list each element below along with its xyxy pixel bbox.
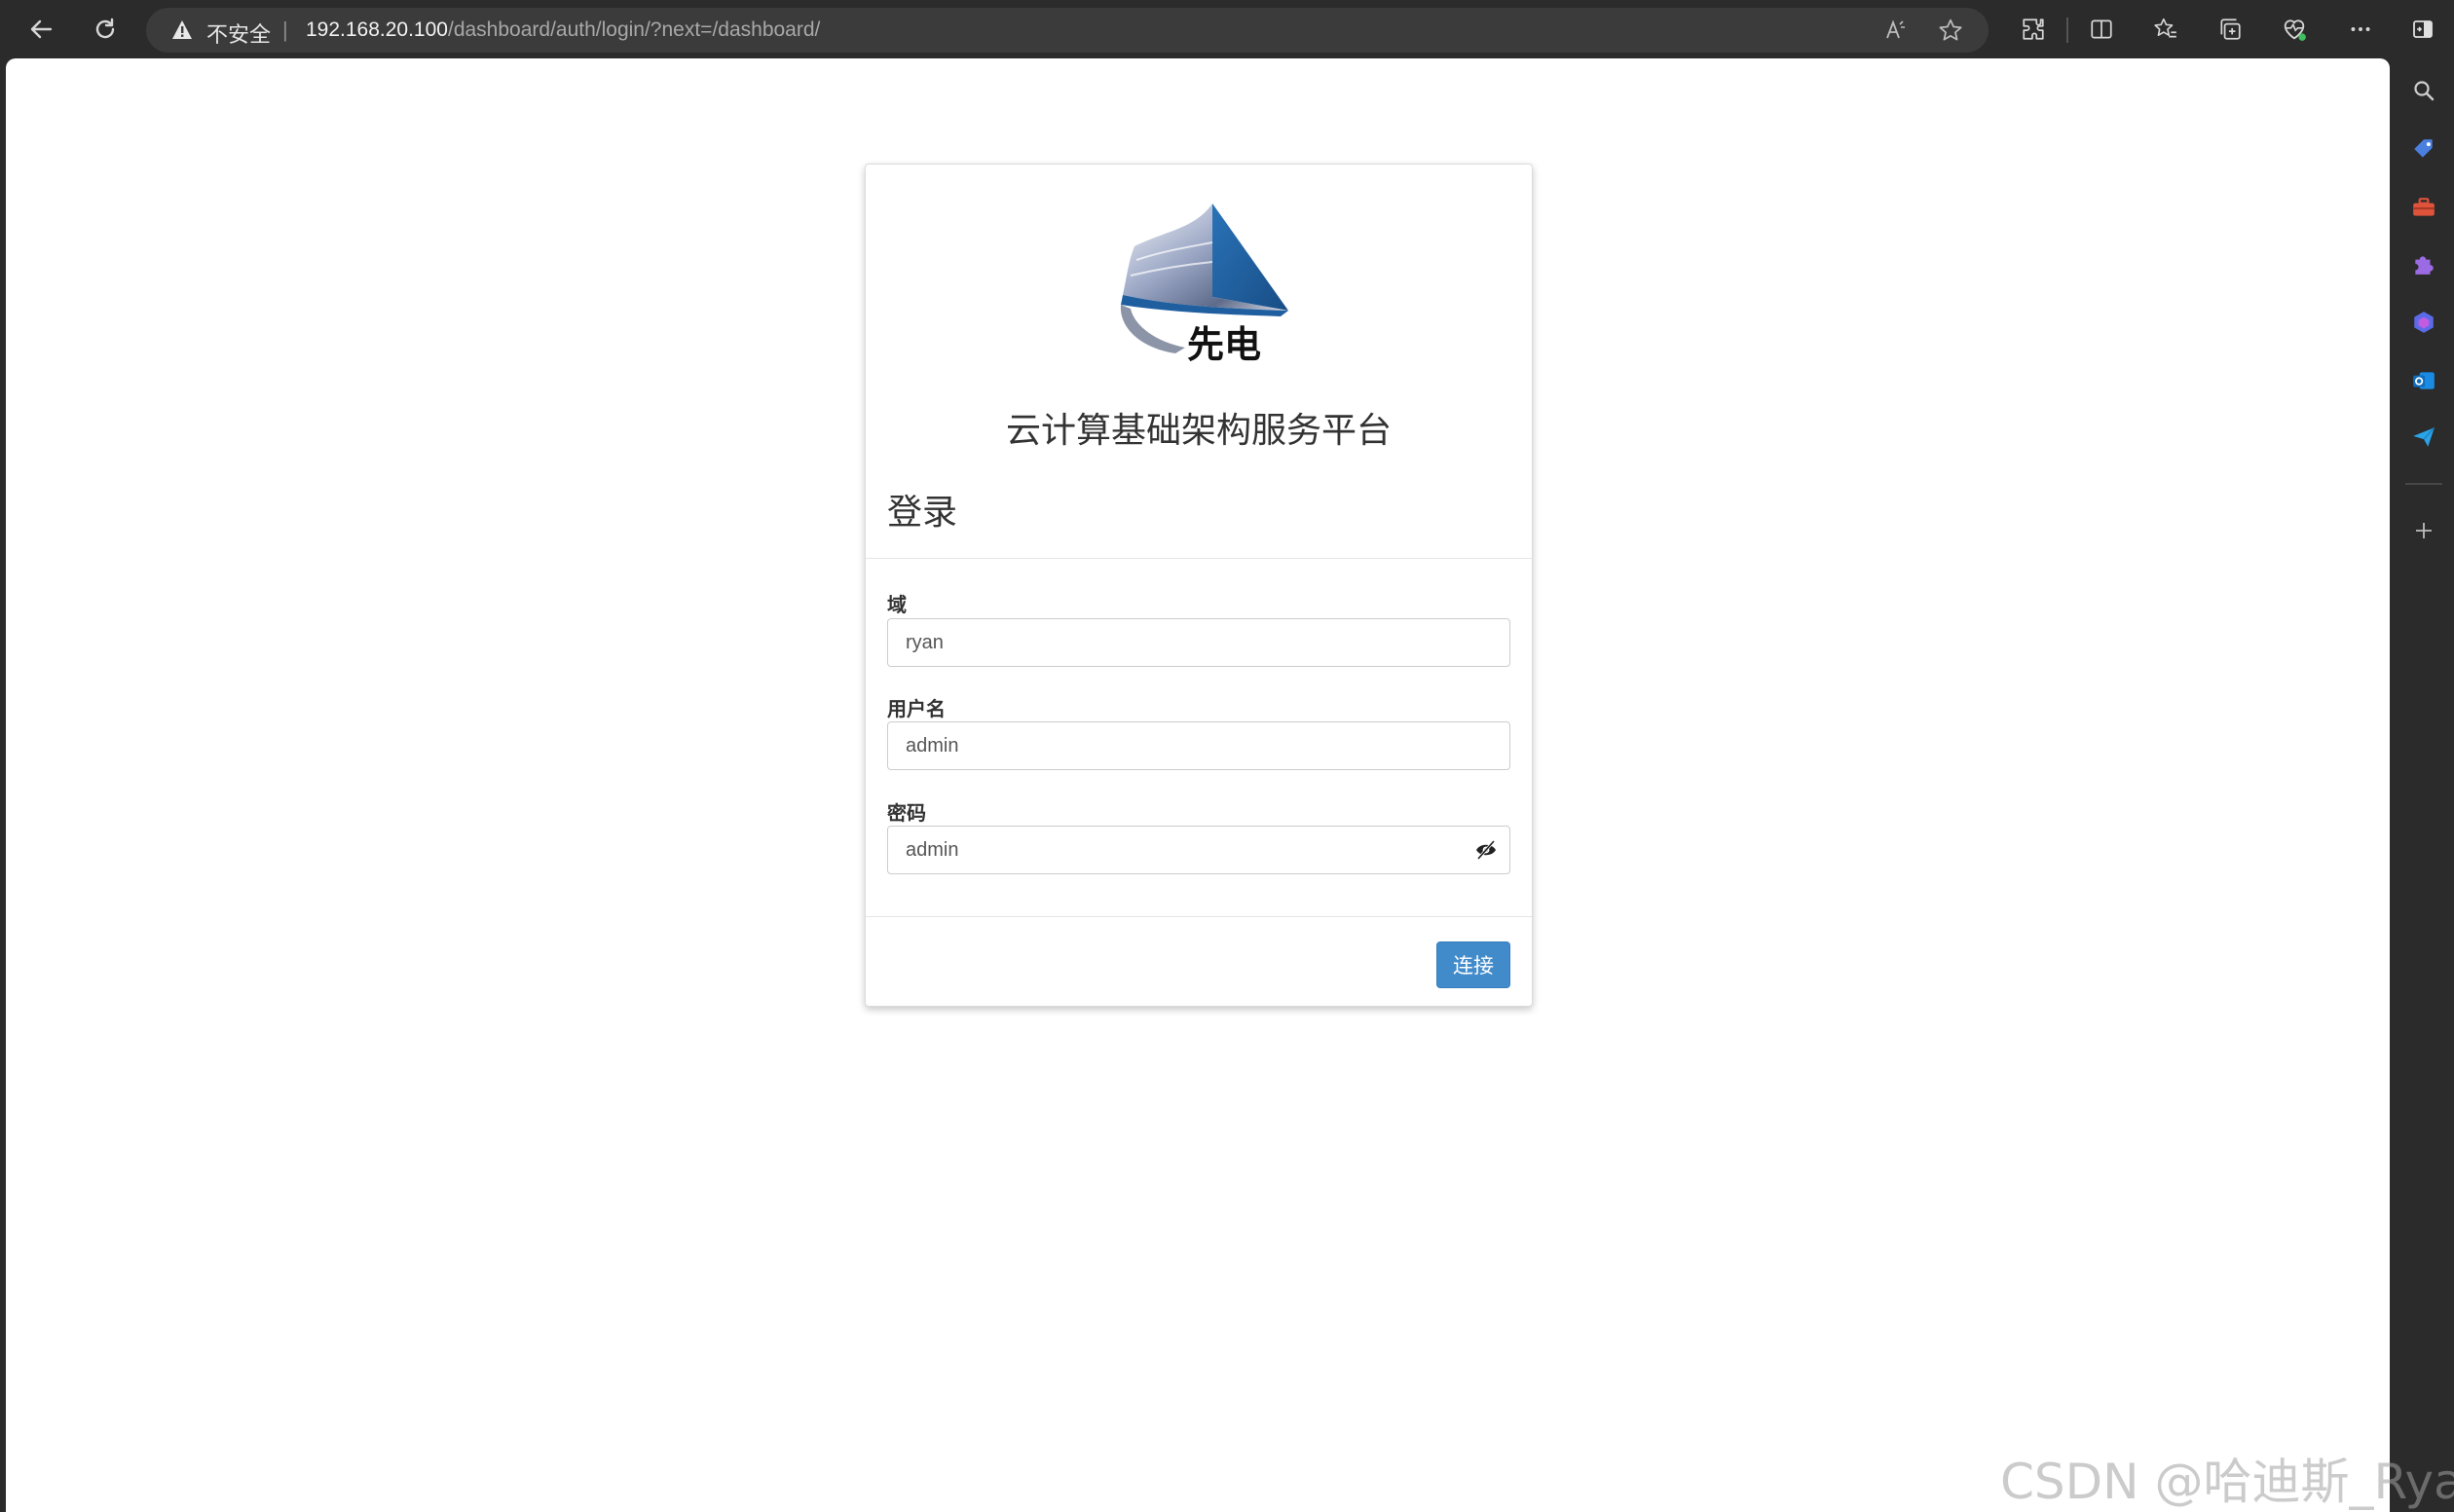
outlook-icon[interactable]	[2409, 366, 2438, 395]
browser-sidebar	[2392, 58, 2454, 1512]
company-logo: 先电	[1120, 203, 1288, 361]
connect-button[interactable]: 连接	[1436, 941, 1510, 988]
extensions-icon[interactable]	[2014, 10, 2053, 49]
url-path: /dashboard/auth/login/?next=/dashboard/	[447, 18, 821, 41]
address-bar[interactable]: 不安全 | 192.168.20.100/dashboard/auth/logi…	[146, 8, 1989, 53]
favorites-icon[interactable]	[2146, 10, 2185, 49]
add-icon[interactable]	[2409, 516, 2438, 545]
star-icon[interactable]	[1934, 14, 1967, 47]
username-label: 用户名	[887, 699, 946, 720]
search-icon[interactable]	[2409, 76, 2438, 105]
domain-input[interactable]: ryan	[887, 618, 1510, 667]
toolbox-icon[interactable]	[2409, 193, 2438, 222]
username-input[interactable]: admin	[887, 721, 1510, 770]
read-aloud-icon[interactable]	[1879, 14, 1913, 47]
password-label: 密码	[887, 803, 926, 825]
brand-title: 云计算基础架构服务平台	[1005, 410, 1392, 450]
tag-icon[interactable]	[2409, 134, 2438, 164]
login-card: 先电 云计算基础架构服务平台 登录 域 ryan 用户名 admin 密码 ad…	[865, 164, 1533, 1007]
csdn-watermark: CSDN @哈迪斯_Ryan	[2000, 1454, 2454, 1510]
sidebar-toggle-icon[interactable]	[2403, 10, 2442, 49]
address-separator: |	[282, 18, 288, 42]
reload-icon[interactable]	[86, 10, 125, 49]
back-arrow-icon[interactable]	[21, 10, 60, 49]
toolbar-separator	[2066, 18, 2068, 43]
footer-divider	[866, 916, 1532, 917]
page-viewport: 先电 云计算基础架构服务平台 登录 域 ryan 用户名 admin 密码 ad…	[6, 58, 2390, 1512]
password-value: admin	[906, 839, 959, 861]
puzzle-icon[interactable]	[2409, 249, 2438, 278]
login-heading: 登录	[887, 492, 958, 532]
warning-icon	[172, 20, 192, 39]
domain-label: 域	[887, 595, 907, 616]
split-screen-icon[interactable]	[2082, 10, 2121, 49]
more-icon[interactable]	[2341, 10, 2380, 49]
sidebar-separator	[2405, 483, 2442, 485]
copilot-icon[interactable]	[2409, 308, 2438, 337]
header-divider	[866, 558, 1532, 559]
browser-toolbar: 不安全 | 192.168.20.100/dashboard/auth/logi…	[0, 0, 2454, 58]
security-status[interactable]: 不安全	[206, 18, 271, 49]
heart-pulse-icon[interactable]	[2275, 10, 2314, 49]
url-text[interactable]: 192.168.20.100/dashboard/auth/login/?nex…	[306, 18, 820, 42]
logo-text: 先电	[1187, 322, 1261, 361]
eye-slash-icon[interactable]	[1474, 839, 1498, 861]
send-icon[interactable]	[2409, 423, 2438, 452]
password-input[interactable]: admin	[887, 826, 1510, 874]
collections-icon[interactable]	[2211, 10, 2250, 49]
url-host: 192.168.20.100	[306, 18, 448, 41]
